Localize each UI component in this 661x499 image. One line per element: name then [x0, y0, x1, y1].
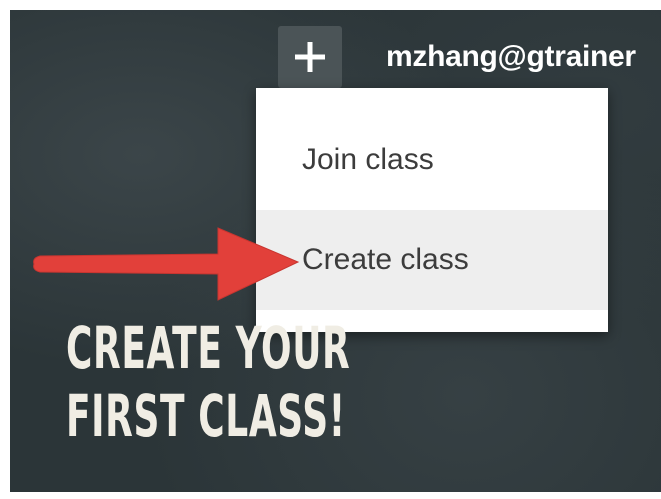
create-class-label: Create class	[302, 243, 469, 276]
add-class-button[interactable]	[278, 26, 342, 88]
join-class-menu-item[interactable]: Join class	[256, 110, 608, 210]
banner-line-2: first class!	[66, 382, 346, 450]
plus-icon	[295, 42, 325, 72]
classroom-screen: mzhang@gtrainer Join class Create class …	[10, 10, 661, 492]
create-first-class-banner: Create your first class!	[66, 314, 350, 450]
create-class-menu-item[interactable]: Create class	[256, 210, 608, 310]
banner-line-1: Create your	[66, 314, 351, 382]
join-class-label: Join class	[302, 143, 434, 176]
account-email[interactable]: mzhang@gtrainer	[386, 40, 636, 74]
add-class-menu: Join class Create class	[256, 88, 608, 332]
right-arrow-icon	[33, 227, 300, 301]
